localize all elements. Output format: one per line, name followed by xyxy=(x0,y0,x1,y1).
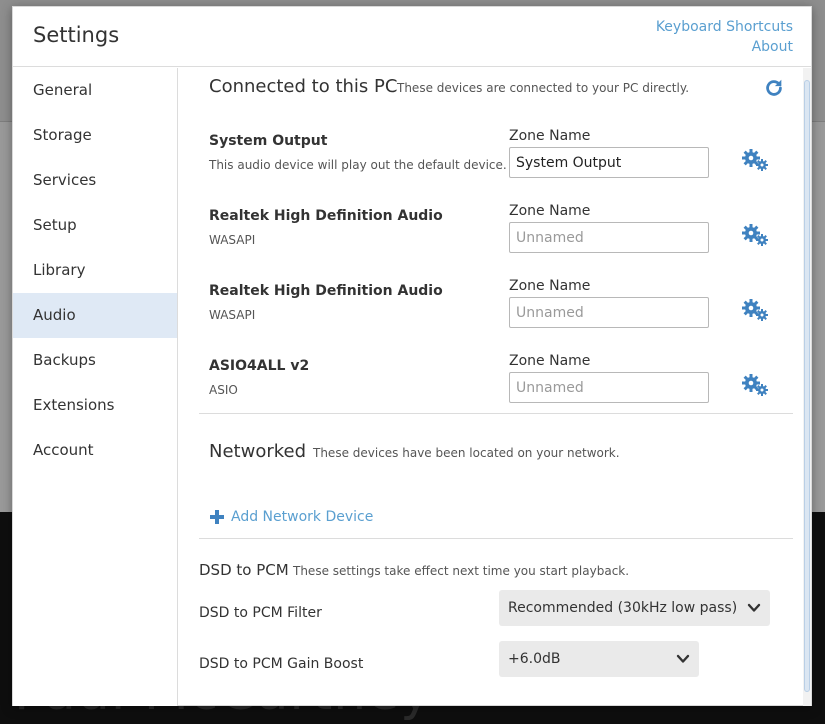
networked-section-description: These devices have been located on your … xyxy=(313,446,620,460)
sidebar-item-backups[interactable]: Backups xyxy=(13,338,177,383)
device-name: ASIO4ALL v2 xyxy=(209,358,310,374)
add-network-device-label: Add Network Device xyxy=(231,509,374,525)
chevron-down-icon xyxy=(747,603,761,612)
device-name: System Output xyxy=(209,133,328,149)
zone-name-input-realtek-1[interactable] xyxy=(509,222,709,253)
dsd-filter-value: Recommended (30kHz low pass) xyxy=(508,600,738,616)
section-divider xyxy=(199,538,793,539)
dsd-filter-label: DSD to PCM Filter xyxy=(199,605,322,621)
about-link[interactable]: About xyxy=(656,37,793,57)
device-description: WASAPI xyxy=(209,308,256,322)
dsd-filter-select[interactable]: Recommended (30kHz low pass) xyxy=(499,590,770,626)
dsd-section-title: DSD to PCM xyxy=(199,561,289,579)
modal-header: Settings Keyboard Shortcuts About xyxy=(13,7,811,67)
sidebar-item-setup[interactable]: Setup xyxy=(13,203,177,248)
dsd-section-description: These settings take effect next time you… xyxy=(293,564,630,578)
sidebar-item-services[interactable]: Services xyxy=(13,158,177,203)
sidebar-item-library[interactable]: Library xyxy=(13,248,177,293)
dsd-gain-label: DSD to PCM Gain Boost xyxy=(199,656,364,672)
scrollbar-thumb[interactable] xyxy=(804,80,810,692)
device-description: ASIO xyxy=(209,383,238,397)
add-network-device-button[interactable]: Add Network Device xyxy=(209,509,373,525)
device-name: Realtek High Definition Audio xyxy=(209,208,443,224)
networked-section-title: Networked xyxy=(209,441,307,462)
panel-scrollbar[interactable] xyxy=(803,68,811,706)
zone-name-label: Zone Name xyxy=(509,128,591,144)
sidebar-item-general[interactable]: General xyxy=(13,68,177,113)
sidebar-item-audio[interactable]: Audio xyxy=(13,293,177,338)
refresh-icon[interactable] xyxy=(763,77,785,99)
plus-icon xyxy=(210,510,224,524)
device-description: WASAPI xyxy=(209,233,256,247)
gear-icon[interactable] xyxy=(741,148,769,172)
settings-modal: Settings Keyboard Shortcuts About Genera… xyxy=(12,6,812,706)
device-name: Realtek High Definition Audio xyxy=(209,283,443,299)
modal-title: Settings xyxy=(33,23,120,47)
zone-name-input-asio4all[interactable] xyxy=(509,372,709,403)
settings-sidebar: General Storage Services Setup Library A… xyxy=(13,68,178,706)
dsd-gain-select[interactable]: +6.0dB xyxy=(499,641,699,677)
section-divider xyxy=(199,413,793,414)
sidebar-item-account[interactable]: Account xyxy=(13,428,177,473)
device-description: This audio device will play out the defa… xyxy=(209,158,507,172)
gear-icon[interactable] xyxy=(741,223,769,247)
chevron-down-icon xyxy=(676,654,690,663)
gear-icon[interactable] xyxy=(741,298,769,322)
sidebar-item-storage[interactable]: Storage xyxy=(13,113,177,158)
connected-section-description: These devices are connected to your PC d… xyxy=(397,81,690,95)
zone-name-input-realtek-2[interactable] xyxy=(509,297,709,328)
zone-name-input-system-output[interactable] xyxy=(509,147,709,178)
sidebar-item-extensions[interactable]: Extensions xyxy=(13,383,177,428)
zone-name-label: Zone Name xyxy=(509,203,591,219)
zone-name-label: Zone Name xyxy=(509,353,591,369)
header-links: Keyboard Shortcuts About xyxy=(656,17,793,57)
gear-icon[interactable] xyxy=(741,373,769,397)
dsd-gain-value: +6.0dB xyxy=(508,651,561,667)
keyboard-shortcuts-link[interactable]: Keyboard Shortcuts xyxy=(656,17,793,37)
zone-name-label: Zone Name xyxy=(509,278,591,294)
audio-settings-panel: Connected to this PC These devices are c… xyxy=(179,68,811,706)
connected-section-title: Connected to this PC xyxy=(209,76,398,97)
